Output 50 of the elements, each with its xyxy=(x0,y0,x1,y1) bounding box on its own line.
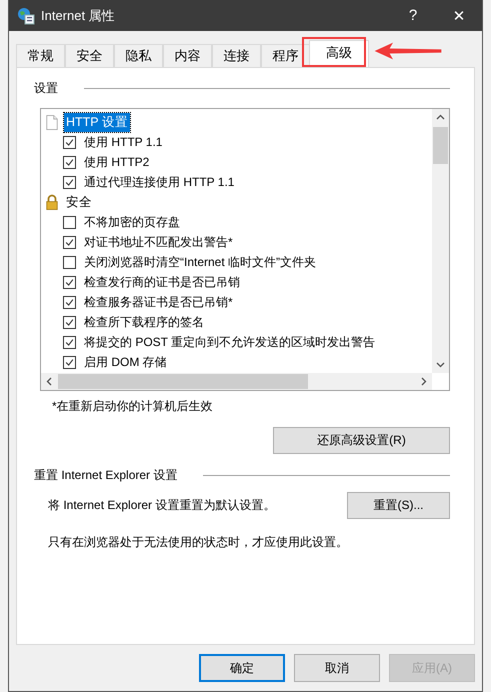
group-heading: 设置 xyxy=(34,80,58,97)
group-heading: 重置 Internet Explorer 设置 xyxy=(34,467,178,484)
restore-button[interactable]: 还原高级设置(R) xyxy=(273,427,450,454)
dialog-button[interactable]: 取消 xyxy=(294,654,380,682)
scrollbar-thumb[interactable] xyxy=(433,127,448,164)
option-label: 检查发行商的证书是否已吊销 xyxy=(84,274,240,290)
reset-button[interactable]: 重置(S)... xyxy=(347,492,450,519)
checkbox[interactable] xyxy=(63,316,76,328)
scrollbar-thumb[interactable] xyxy=(58,374,308,389)
option-label: 不将加密的页存盘 xyxy=(84,214,180,230)
checkbox[interactable] xyxy=(63,256,76,268)
tab[interactable]: 内容 xyxy=(163,44,212,67)
option-label: 关闭浏览器时清空“Internet 临时文件”文件夹 xyxy=(84,254,316,270)
tab[interactable]: 程序 xyxy=(261,44,310,67)
option-label: 使用 HTTP2 xyxy=(84,154,150,170)
checkbox[interactable] xyxy=(63,276,76,288)
horizontal-scrollbar[interactable] xyxy=(41,373,432,390)
globe-icon xyxy=(17,6,35,24)
page-icon xyxy=(45,114,59,130)
close-button[interactable]: ✕ xyxy=(436,0,482,31)
option-label: 将提交的 POST 重定向到不允许发送的区域时发出警告 xyxy=(84,334,376,350)
help-button[interactable]: ? xyxy=(390,0,436,31)
checkbox[interactable] xyxy=(63,176,76,188)
checkbox[interactable] xyxy=(63,336,76,348)
checkbox[interactable] xyxy=(63,136,76,148)
checkbox[interactable] xyxy=(63,296,76,308)
tree-group-label[interactable]: 安全 xyxy=(64,192,94,212)
checkbox[interactable] xyxy=(63,216,76,228)
checkbox[interactable] xyxy=(63,356,76,368)
lock-icon xyxy=(45,194,59,210)
option-label: 使用 HTTP 1.1 xyxy=(84,134,162,150)
tab[interactable]: 连接 xyxy=(212,44,261,67)
tab[interactable]: 安全 xyxy=(65,44,114,67)
checkbox[interactable] xyxy=(63,236,76,248)
tab[interactable]: 常规 xyxy=(16,44,65,67)
option-label: 通过代理连接使用 HTTP 1.1 xyxy=(84,174,234,190)
option-label: 对证书地址不匹配发出警告* xyxy=(84,234,233,250)
reset-warning: 只有在浏览器处于无法使用的状态时，才应使用此设置。 xyxy=(48,534,349,551)
vertical-scrollbar[interactable] xyxy=(432,109,449,373)
tab[interactable]: 隐私 xyxy=(114,44,163,67)
dialog-button[interactable]: 确定 xyxy=(199,654,285,682)
checkbox[interactable] xyxy=(63,156,76,168)
restart-note: *在重新启动你的计算机后生效 xyxy=(52,398,214,415)
window-title: Internet 属性 xyxy=(41,6,115,24)
reset-description: 将 Internet Explorer 设置重置为默认设置。 xyxy=(48,497,276,514)
option-label: 检查服务器证书是否已吊销* xyxy=(84,294,233,310)
option-label: 启用 DOM 存储 xyxy=(84,354,167,370)
tree-group-label[interactable]: HTTP 设置 xyxy=(64,112,130,132)
option-label: 检查所下载程序的签名 xyxy=(84,314,204,330)
tab[interactable]: 高级 xyxy=(309,40,369,67)
